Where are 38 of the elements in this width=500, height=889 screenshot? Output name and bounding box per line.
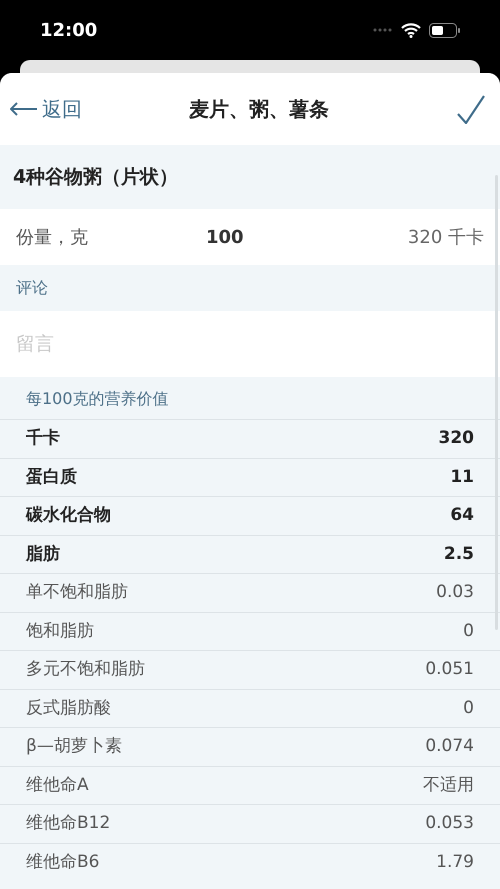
nutrient-value: 11 [450,466,474,488]
nutrient-value: 2.5 [444,542,474,566]
nutrient-name: 蛋白质 [26,466,77,488]
nutrient-name: 单不饱和脂肪 [26,581,128,604]
nutrient-name: 千卡 [26,427,60,450]
back-button[interactable]: 返回 [10,94,82,124]
screen-title: 麦片、粥、薯条 [188,96,330,123]
signal-icon [373,28,393,32]
wifi-icon [401,22,421,38]
portion-value[interactable]: 100 [206,224,244,250]
nutrient-value: 0.074 [425,735,474,758]
nutrient-name: 维他命B12 [26,812,110,835]
nutrient-value: 0.03 [436,581,474,604]
portion-label: 份量，克 [16,226,89,250]
battery-icon [429,22,460,38]
nutrient-value: 0.051 [425,658,474,681]
back-arrow-icon [10,102,38,116]
nutrient-name: 反式脂肪酸 [26,696,111,720]
nutrient-value: 320 [438,427,474,450]
comment-label: 评论 [16,277,48,299]
nutrient-value: 不适用 [423,774,474,796]
nutrition-heading: 每100克的营养价值 [26,388,169,410]
nutrient-name: 维他命B6 [26,850,100,874]
nutrient-name: 维他命A [26,774,89,796]
nutrient-name: 碳水化合物 [26,504,111,527]
nutrient-value: 64 [450,504,474,527]
status-time: 12:00 [40,18,98,42]
nutrient-name: 饱和脂肪 [26,620,94,642]
nutrient-name: β—胡萝卜素 [26,735,122,758]
checkmark-icon [456,94,486,124]
nutrient-value: 0 [463,620,474,642]
nutrient-name: 脂肪 [26,542,60,566]
nutrient-name: 多元不饱和脂肪 [26,658,145,681]
nutrient-value: 0.053 [425,812,474,835]
food-name: 4种谷物粥（片状） [13,164,178,190]
nutrient-value: 1.79 [436,850,474,874]
energy-value: 320 千卡 [408,226,484,250]
nutrient-value: 0 [463,696,474,720]
